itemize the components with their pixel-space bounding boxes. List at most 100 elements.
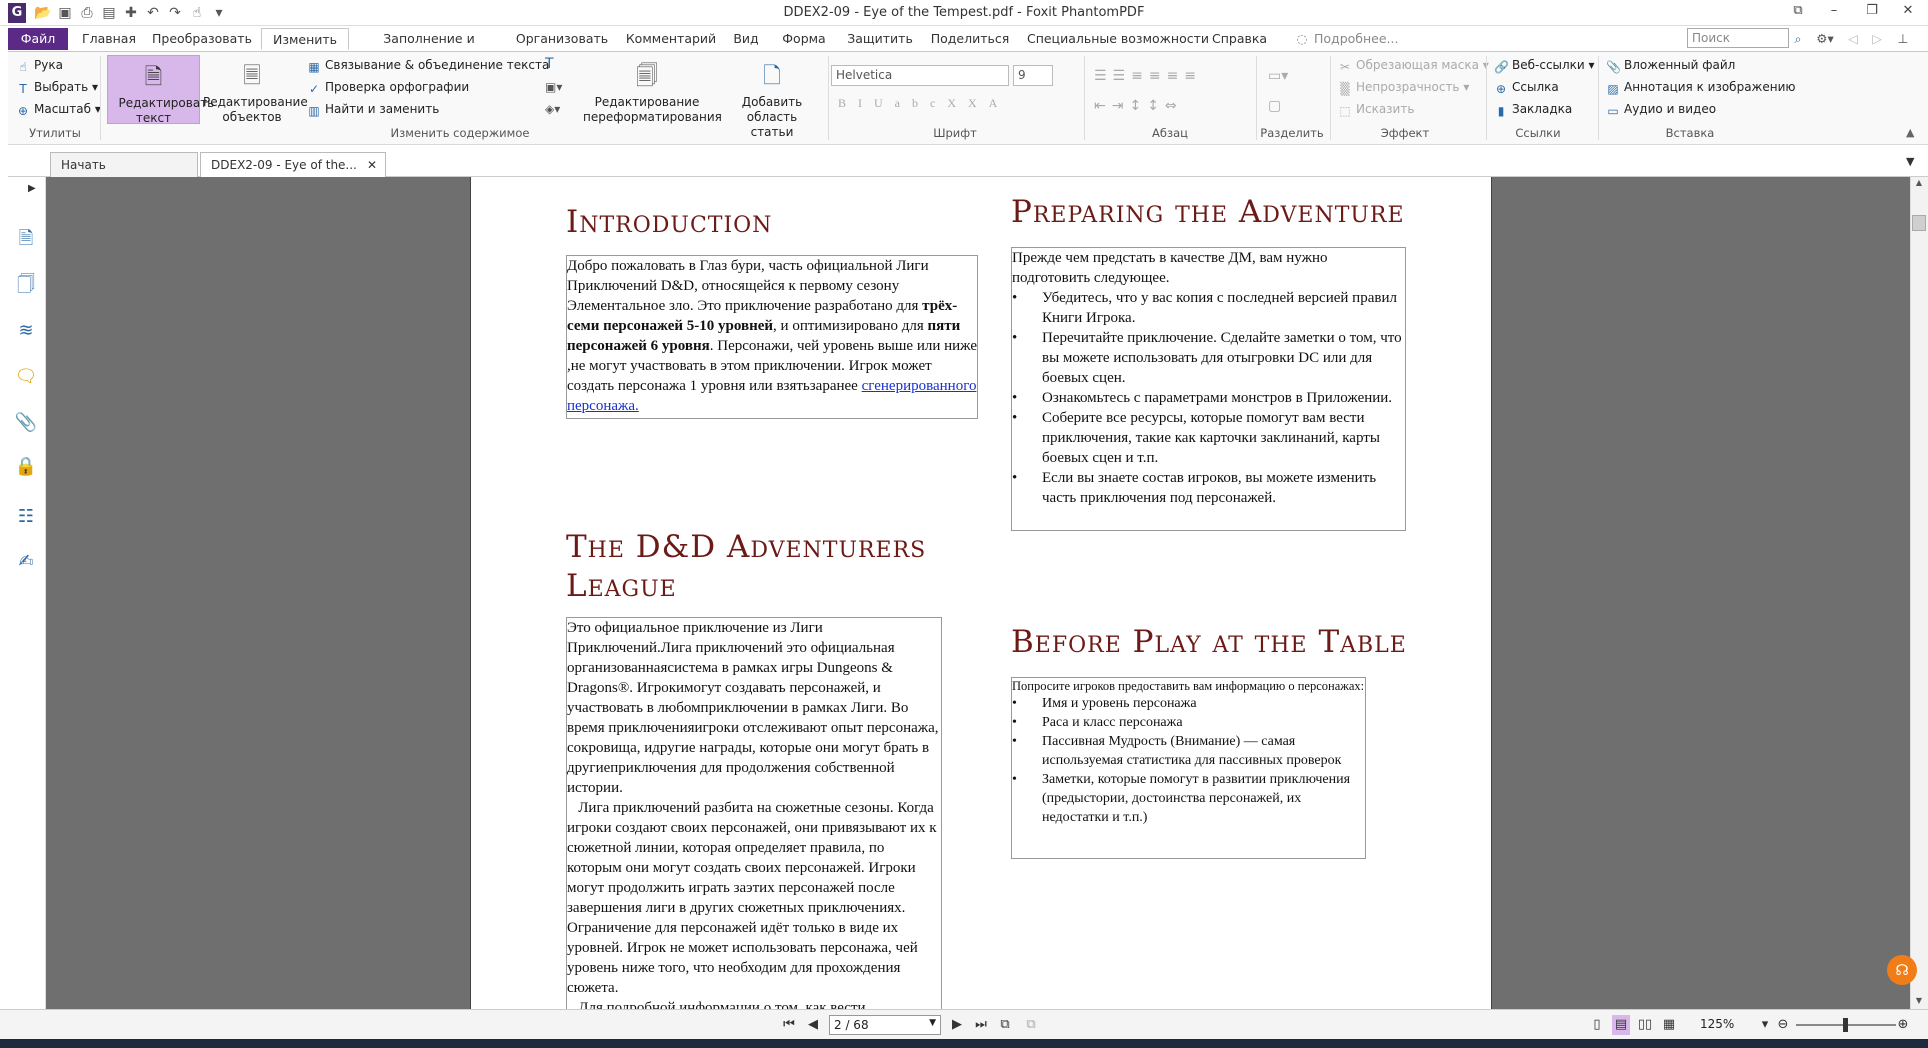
signature-tools-icon[interactable]: ✍ bbox=[14, 550, 38, 574]
expand-panel-icon[interactable]: ▶ bbox=[28, 183, 36, 194]
vertical-scrollbar[interactable] bbox=[1910, 177, 1928, 1009]
attached-file-button[interactable]: 📎 Вложенный файл bbox=[1606, 58, 1735, 74]
heading-preparing-adventure[interactable]: Preparing the Adventure bbox=[1011, 193, 1451, 232]
zoom-in-icon[interactable]: ⊕ bbox=[1894, 1015, 1912, 1035]
zoom-out-icon[interactable]: ⊖ bbox=[1774, 1015, 1792, 1035]
fields-icon[interactable]: ☷ bbox=[14, 505, 38, 529]
opacity-button[interactable]: ▒ Непрозрачность ▾ bbox=[1338, 80, 1469, 96]
tab-start[interactable]: Начать bbox=[50, 152, 198, 177]
pages-icon[interactable]: 🗎 bbox=[14, 227, 38, 251]
spell-check-icon: ✓ bbox=[308, 82, 320, 96]
collapse-ribbon-icon[interactable]: ▲ bbox=[1906, 126, 1914, 139]
tab-fill-sign[interactable]: Заполнение и подпись bbox=[358, 28, 500, 68]
preparing-text-box[interactable]: Прежде чем предстать в качестве ДМ, вам … bbox=[1011, 247, 1406, 531]
tab-protect[interactable]: Защитить bbox=[846, 28, 914, 50]
font-size-select[interactable]: 9 bbox=[1013, 65, 1053, 86]
maximize-button[interactable]: ❐ bbox=[1856, 0, 1888, 22]
heading-introduction[interactable]: Introduction bbox=[566, 203, 966, 242]
tab-view[interactable]: Вид bbox=[728, 28, 764, 50]
split-icon[interactable]: ▭▾ bbox=[1268, 68, 1288, 84]
indent-spacing-buttons[interactable]: ⇤⇥↕↕⇔ bbox=[1094, 98, 1183, 114]
zoom-tool[interactable]: ⊕ Масштаб ▾ bbox=[16, 102, 101, 118]
add-text-icon[interactable]: T bbox=[545, 56, 565, 72]
next-view-icon[interactable]: ⧉ bbox=[1022, 1015, 1040, 1035]
merge-icon[interactable]: ▢ bbox=[1268, 98, 1281, 114]
before-play-item: Заметки, которые помогут в развитии прик… bbox=[1012, 770, 1365, 827]
audio-video-button[interactable]: ▭ Аудио и видео bbox=[1606, 102, 1716, 118]
intro-text-box[interactable]: Добро пожаловать в Глаз бури, часть офиц… bbox=[566, 255, 978, 419]
search-icon[interactable]: ⌕ bbox=[1790, 28, 1806, 50]
edit-objects-button[interactable]: 🗏 Редактирование объектов bbox=[203, 55, 308, 124]
previous-page-icon[interactable]: ◀ bbox=[804, 1015, 822, 1035]
spell-check-button[interactable]: ✓ Проверка орфографии bbox=[307, 80, 469, 96]
link-button[interactable]: ⊕ Ссылка bbox=[1494, 80, 1559, 96]
restore-ribbon-icon[interactable]: ⧉ bbox=[1782, 0, 1814, 22]
first-page-icon[interactable]: ⏮ bbox=[780, 1015, 798, 1035]
zoom-level[interactable]: 125% bbox=[1700, 1017, 1734, 1031]
font-family-select[interactable]: Helvetica bbox=[831, 65, 1009, 86]
edit-text-button[interactable]: 🗎 Редактировать текст bbox=[107, 55, 214, 125]
zoom-dropdown-icon[interactable]: ▾ bbox=[1756, 1015, 1774, 1035]
attachments-icon[interactable]: 📎 bbox=[14, 411, 38, 435]
continuous-page-icon[interactable]: ▤ bbox=[1612, 1015, 1630, 1035]
tab-form[interactable]: Форма bbox=[778, 28, 830, 50]
comments-icon[interactable]: 🗨 bbox=[14, 365, 38, 389]
scroll-up-icon[interactable]: ▲ bbox=[1912, 178, 1926, 188]
tab-organize[interactable]: Организовать bbox=[512, 28, 612, 50]
scroll-down-icon[interactable]: ▼ bbox=[1912, 996, 1926, 1006]
image-annotation-button[interactable]: ▨ Аннотация к изображению bbox=[1606, 80, 1795, 96]
add-article-area-button[interactable]: 🗋 Добавить область статьи bbox=[720, 55, 824, 139]
link-join-text-button[interactable]: ▦ Связывание & объединение текста bbox=[307, 58, 549, 74]
scrollbar-thumb[interactable] bbox=[1912, 215, 1926, 231]
tab-home[interactable]: Главная bbox=[78, 28, 140, 50]
before-play-text-box[interactable]: Попросите игроков предоставить вам инфор… bbox=[1011, 677, 1366, 859]
heading-before-play[interactable]: Before Play at the Table bbox=[1011, 623, 1451, 662]
single-page-icon[interactable]: ▯ bbox=[1588, 1015, 1606, 1035]
tab-comment[interactable]: Комментарий bbox=[622, 28, 720, 50]
close-tab-icon[interactable]: ✕ bbox=[367, 158, 377, 172]
pin-icon[interactable]: ⊥ bbox=[1894, 28, 1912, 50]
distort-button[interactable]: ⬚ Исказить bbox=[1338, 102, 1414, 118]
tab-share[interactable]: Поделиться bbox=[928, 28, 1012, 50]
bookmark-button[interactable]: ▮ Закладка bbox=[1494, 102, 1573, 118]
previous-view-icon[interactable]: ⧉ bbox=[996, 1015, 1014, 1035]
add-shape-icon[interactable]: ◈▾ bbox=[545, 102, 569, 116]
last-page-icon[interactable]: ⏭ bbox=[972, 1015, 990, 1035]
clip-mask-button[interactable]: ✂ Обрезающая маска ▾ bbox=[1338, 58, 1489, 74]
security-lock-icon[interactable]: 🔒 bbox=[14, 455, 38, 479]
help-assistant-icon[interactable]: ☊ bbox=[1887, 955, 1917, 985]
zoom-slider-handle[interactable] bbox=[1843, 1018, 1848, 1032]
forward-arrow-icon[interactable]: ▷ bbox=[1870, 28, 1884, 50]
layers-icon[interactable]: ≋ bbox=[14, 319, 38, 343]
web-links-button[interactable]: 🔗 Веб-ссылки ▾ bbox=[1494, 58, 1595, 74]
find-replace-button[interactable]: ▥ Найти и заменить bbox=[307, 102, 439, 118]
zoom-icon: ⊕ bbox=[17, 104, 29, 118]
heading-adventurers-league[interactable]: The D&D Adventurers League bbox=[566, 528, 966, 606]
next-page-icon[interactable]: ▶ bbox=[948, 1015, 966, 1035]
tab-convert[interactable]: Преобразовать bbox=[150, 28, 254, 50]
tab-accessibility[interactable]: Специальные возможности bbox=[1026, 28, 1210, 50]
page-thumbnails-icon[interactable]: 🗍 bbox=[14, 273, 38, 297]
minimize-button[interactable]: – bbox=[1818, 0, 1850, 22]
continuous-facing-icon[interactable]: ▦ bbox=[1660, 1015, 1678, 1035]
hand-tool[interactable]: ☝ Рука bbox=[16, 58, 63, 74]
select-tool[interactable]: T Выбрать ▾ bbox=[16, 80, 98, 96]
tab-edit[interactable]: Изменить bbox=[261, 28, 349, 50]
list-align-buttons[interactable]: ☰☰≡≡≡≡ bbox=[1094, 68, 1202, 84]
close-button[interactable]: ✕ bbox=[1892, 0, 1924, 22]
league-text-box[interactable]: Это официальное приключение из Лиги Прик… bbox=[566, 617, 942, 1009]
tab-file[interactable]: Файл bbox=[8, 28, 68, 50]
search-input[interactable]: Поиск bbox=[1687, 28, 1789, 48]
settings-gear-icon[interactable]: ⚙▾ bbox=[1812, 28, 1838, 50]
page-number-input[interactable]: 2 / 68 ▼ bbox=[829, 1015, 941, 1035]
add-image-icon[interactable]: ▣▾ bbox=[545, 80, 569, 94]
font-style-buttons[interactable]: BIUabcXXA bbox=[838, 96, 1009, 111]
tab-help[interactable]: Справка bbox=[1212, 28, 1267, 50]
group-label-split: Разделить bbox=[1260, 126, 1324, 140]
tab-current-document[interactable]: DDEX2-09 - Eye of the... ✕ bbox=[200, 152, 386, 177]
back-arrow-icon[interactable]: ◁ bbox=[1846, 28, 1860, 50]
facing-pages-icon[interactable]: ▯▯ bbox=[1636, 1015, 1654, 1035]
reflow-edit-button[interactable]: 🗐 Редактирование переформатирования bbox=[582, 55, 722, 124]
tell-me-link[interactable]: Подробнее... bbox=[1314, 28, 1416, 50]
tab-list-icon[interactable]: ▼ bbox=[1906, 155, 1914, 168]
